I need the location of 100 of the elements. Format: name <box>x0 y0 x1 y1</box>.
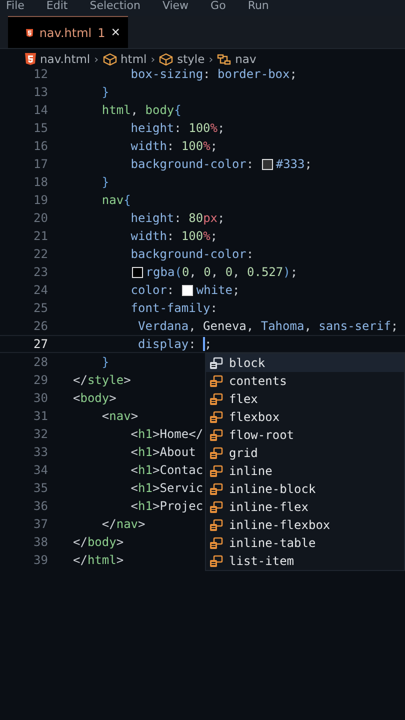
code-token: rgba <box>146 265 175 279</box>
code-token: nav <box>109 409 131 423</box>
code-token: , <box>210 265 220 279</box>
menu-item[interactable]: View <box>162 0 189 12</box>
suggestion-item[interactable]: inline-table <box>206 534 404 552</box>
enum-icon <box>209 374 223 388</box>
code-token: , <box>246 319 255 333</box>
breadcrumb-item[interactable]: html <box>120 52 147 66</box>
code-token: width <box>130 229 167 243</box>
suggestion-item[interactable]: inline <box>206 462 404 480</box>
code-token: h1 <box>138 445 152 459</box>
code-token: ; <box>218 121 225 135</box>
menu-item[interactable]: Selection <box>90 0 140 12</box>
code-token: < <box>130 427 138 441</box>
code-token: </ <box>73 553 88 567</box>
line-number: 32 <box>32 427 48 441</box>
code-token: Verdana <box>137 319 189 333</box>
code-token: Geneva <box>203 319 246 333</box>
code-token: > <box>130 409 138 423</box>
code-token: , <box>188 319 197 333</box>
code-token: < <box>130 463 138 477</box>
suggestion-item[interactable]: flexbox <box>206 408 404 426</box>
code-token: color <box>130 283 167 297</box>
cube-icon <box>159 52 174 66</box>
breadcrumb-item[interactable]: style <box>177 52 205 66</box>
code-token: h1 <box>138 499 152 513</box>
code-token: ; <box>232 283 240 297</box>
enum-icon <box>209 554 223 568</box>
line-number: 18 <box>32 175 48 189</box>
suggestion-item[interactable]: block <box>206 354 404 372</box>
code-token: html <box>100 103 131 117</box>
line-number: 36 <box>32 499 48 513</box>
line-number: 39 <box>32 553 48 567</box>
line-number: 13 <box>32 85 48 99</box>
line-number: 22 <box>32 247 48 261</box>
code-token: ; <box>218 211 225 225</box>
code-token: </ <box>100 517 116 531</box>
code-token: } <box>100 85 110 99</box>
code-token: background-color <box>130 157 246 171</box>
editor-tab[interactable]: nav.html 1 × <box>8 16 128 48</box>
code-token: , <box>232 265 241 279</box>
suggestion-label: flex <box>229 392 258 406</box>
code-token: Contac <box>160 463 204 477</box>
menu-item[interactable]: Run <box>248 0 269 12</box>
suggestion-label: inline-block <box>229 482 316 496</box>
code-token: > <box>116 535 124 549</box>
suggestion-item[interactable]: inline-block <box>206 480 404 498</box>
suggestion-item[interactable]: grid <box>206 444 404 462</box>
tab-title: nav.html <box>39 26 92 40</box>
code-token: : <box>166 139 176 153</box>
code-token: ( <box>174 265 182 279</box>
breadcrumb-item[interactable]: nav <box>235 52 256 66</box>
breadcrumb-item[interactable]: nav.html <box>40 52 90 66</box>
code-token: , <box>130 103 140 117</box>
code-token: : <box>166 229 176 243</box>
menu-item[interactable]: Edit <box>46 0 68 12</box>
close-button[interactable]: × <box>111 25 120 40</box>
enum-icon <box>209 428 223 442</box>
code-token: > <box>138 517 146 531</box>
code-token: > <box>116 553 124 567</box>
enum-icon <box>209 356 223 370</box>
enum-icon <box>209 482 223 496</box>
code-token: html <box>87 553 116 567</box>
suggestion-item[interactable]: flow-root <box>206 426 404 444</box>
code-token: % <box>203 139 210 153</box>
suggestion-item[interactable]: list-item <box>206 552 404 570</box>
suggestion-item[interactable]: contents <box>206 372 404 390</box>
html-file-icon <box>26 26 34 38</box>
color-swatch[interactable] <box>182 284 194 296</box>
code-token: ; <box>290 265 298 279</box>
code-token: { <box>174 103 182 117</box>
code-token: > <box>152 463 160 477</box>
code-token: ; <box>204 337 212 351</box>
code-token: box-sizing <box>130 67 204 81</box>
line-number: 19 <box>32 193 48 207</box>
suggestion-label: inline-table <box>229 536 316 550</box>
color-swatch[interactable] <box>262 158 273 170</box>
line-number: 30 <box>32 391 48 405</box>
code-token: < <box>130 445 138 459</box>
line-number: 29 <box>32 373 48 387</box>
code-token: < <box>130 499 138 513</box>
code-token: } <box>100 355 110 369</box>
code-token: < <box>130 481 138 495</box>
menu-item[interactable]: File <box>6 0 24 12</box>
suggestion-item[interactable]: flex <box>206 390 404 408</box>
code-token: display <box>137 337 189 351</box>
enum-icon <box>209 410 223 424</box>
suggestion-item[interactable]: inline-flexbox <box>206 516 404 534</box>
suggestion-label: flow-root <box>229 428 294 442</box>
menu-item[interactable]: Go <box>210 0 226 12</box>
code-token: : <box>246 247 254 261</box>
line-number: 14 <box>32 103 48 117</box>
line-number: 23 <box>32 265 48 279</box>
enum-icon <box>209 446 223 460</box>
suggestion-item[interactable]: inline-flex <box>206 498 404 516</box>
enum-icon <box>209 392 223 406</box>
code-token: ; <box>210 229 218 243</box>
suggestion-label: contents <box>229 374 287 388</box>
code-token: 100 <box>188 121 210 135</box>
color-swatch[interactable] <box>132 266 143 278</box>
